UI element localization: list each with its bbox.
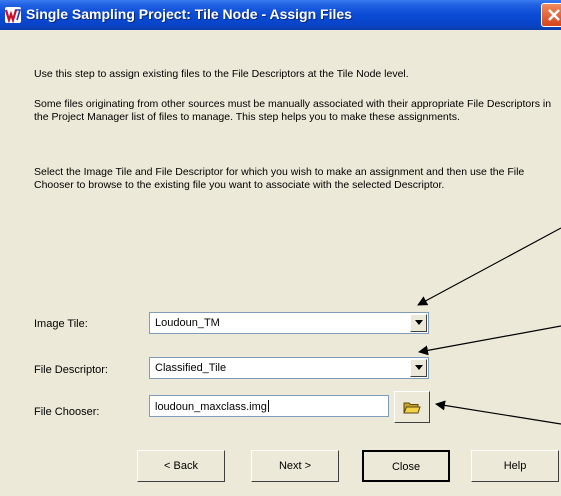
annotation-arrow-file-chooser — [435, 400, 561, 425]
annotation-arrow-file-descriptor — [418, 325, 561, 356]
annotation-arrow-image-tile — [417, 227, 561, 306]
annotation-arrows — [417, 227, 561, 425]
